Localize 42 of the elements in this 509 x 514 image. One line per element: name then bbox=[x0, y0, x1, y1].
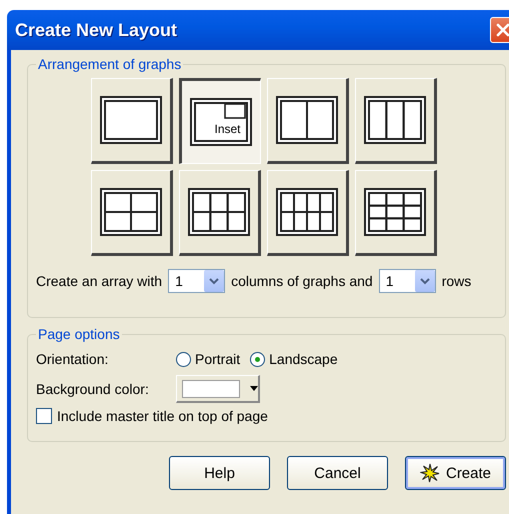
chevron-down-icon bbox=[420, 278, 430, 284]
orientation-label: Orientation: bbox=[36, 351, 110, 367]
dialog-button[interactable]: Cancel bbox=[287, 456, 388, 490]
star-icon bbox=[420, 463, 440, 483]
radio-option[interactable]: Landscape bbox=[250, 351, 338, 367]
layout-grid-icon bbox=[364, 96, 426, 144]
layout-grid-icon bbox=[276, 188, 338, 236]
close-icon bbox=[496, 23, 509, 37]
layout-button[interactable] bbox=[90, 170, 172, 256]
rows-dropdown[interactable]: 1 bbox=[378, 269, 436, 293]
layout-button[interactable] bbox=[354, 78, 436, 164]
layout-grid-icon bbox=[276, 96, 338, 144]
group-legend: Arrangement of graphs bbox=[36, 56, 184, 72]
dialog-button[interactable]: Help bbox=[169, 456, 270, 490]
layout-grid-icon bbox=[100, 188, 162, 236]
background-color-label: Background color: bbox=[36, 381, 150, 397]
checkbox-option[interactable]: Include master title on top of page bbox=[36, 408, 497, 424]
layout-button[interactable] bbox=[266, 170, 348, 256]
radio-button[interactable] bbox=[176, 352, 191, 366]
window-title: Create New Layout bbox=[15, 20, 178, 40]
layout-button[interactable]: Inset bbox=[178, 78, 260, 164]
group-legend: Page options bbox=[36, 326, 122, 342]
columns-dropdown[interactable]: 1 bbox=[168, 269, 226, 293]
layout-grid-icon bbox=[364, 188, 426, 236]
chevron-down-icon bbox=[209, 278, 220, 284]
radio-button[interactable] bbox=[250, 352, 266, 366]
close-button[interactable] bbox=[490, 17, 509, 43]
layout-button[interactable] bbox=[354, 170, 436, 256]
radio-option[interactable]: Portrait bbox=[176, 351, 240, 367]
layout-button[interactable] bbox=[90, 78, 172, 164]
layout-button[interactable] bbox=[266, 78, 348, 164]
checkbox[interactable] bbox=[36, 408, 52, 424]
dropdown-triangle-icon bbox=[250, 386, 258, 391]
array-prefix-label: Create an array with bbox=[36, 273, 162, 289]
layout-grid-icon bbox=[100, 96, 162, 144]
layout-button[interactable] bbox=[178, 170, 260, 256]
layout-grid-icon bbox=[190, 98, 252, 146]
dialog-button[interactable]: Create bbox=[405, 456, 506, 490]
color-picker-button[interactable] bbox=[176, 375, 260, 403]
array-suffix-label: rows bbox=[442, 273, 472, 289]
array-middle-label: columns of graphs and bbox=[231, 273, 373, 289]
layout-grid-icon bbox=[188, 188, 250, 236]
